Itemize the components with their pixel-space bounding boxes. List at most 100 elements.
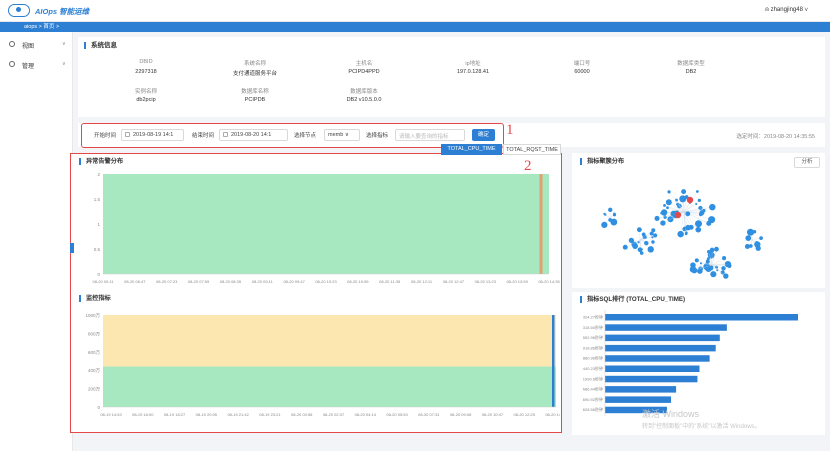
- bar-label: 324.27秒钟: [583, 314, 603, 320]
- metric-spike: [552, 315, 555, 407]
- sql-bar: [605, 396, 672, 403]
- x-tick-label: 08-20 14:35: [538, 279, 560, 284]
- selected-time: 选定时间：2019-08-20 14:35:55: [736, 134, 815, 140]
- cluster-node: [744, 244, 750, 250]
- info-field: 实例名称 db2pcip: [96, 87, 196, 103]
- info-field: 数据库类型 DB2: [641, 59, 741, 75]
- info-value: 197.0.128.41: [456, 69, 490, 75]
- anomaly-spike: [539, 174, 543, 274]
- cluster-node: [660, 209, 668, 216]
- cluster-node: [707, 222, 711, 226]
- sidebar-item-label: 视图: [22, 44, 35, 50]
- cluster-node: [608, 207, 613, 212]
- info-key: DBID: [139, 59, 153, 65]
- sidebar-item-label: 管理: [22, 64, 35, 70]
- cluster-node: [681, 189, 687, 195]
- analyze-button[interactable]: 分析: [794, 157, 820, 168]
- sql-bar: [605, 386, 677, 393]
- x-tick-label: 08-20 10:59: [347, 279, 369, 284]
- windows-watermark-hint: 转到"控制面板"中的"系统"以激活 Windows。: [642, 424, 761, 430]
- cluster-node: [612, 213, 617, 217]
- cluster-node: [721, 266, 726, 271]
- cluster-node: [651, 240, 655, 244]
- info-field: ip地址 197.0.128.41: [423, 59, 523, 75]
- cluster-node: [663, 215, 667, 219]
- warning-band: [103, 315, 556, 367]
- breadcrumb[interactable]: aiops > 首页 >: [0, 22, 830, 32]
- x-tick-label: 08-20 08:35: [220, 279, 242, 284]
- cluster-node: [654, 215, 660, 221]
- cluster-node: [685, 224, 691, 231]
- cluster-node: [691, 267, 698, 274]
- cluster-node: [694, 258, 699, 263]
- y-tick-label: 600万: [88, 350, 101, 356]
- cluster-chart-title: 指标聚簇分布: [580, 158, 624, 165]
- chevron-down-icon: ∨: [62, 41, 66, 47]
- chevron-down-icon: ∨: [804, 7, 808, 13]
- cluster-node: [695, 202, 698, 206]
- info-value: db2pcip: [136, 97, 156, 103]
- info-field: 系统名称 支付通道服务平台: [205, 59, 305, 77]
- sidebar-item-view[interactable]: 视图 ∨: [0, 38, 73, 52]
- anomaly-chart: 0 0.5 1 1.5 2 08-20 00:11 08-20 06:47 08-20 07:…: [92, 172, 560, 284]
- info-value: PCIPD4PPD: [348, 69, 380, 75]
- cluster-node: [695, 220, 702, 228]
- cluster-node: [710, 271, 717, 278]
- highlight-node: [674, 211, 682, 219]
- x-tick-label: 08-20 12:47: [443, 279, 465, 284]
- x-tick-label: 08-20 00:58: [291, 412, 313, 417]
- x-tick-label: 08-19 18:27: [164, 412, 186, 417]
- brand-name: AIOps 智能运维: [35, 7, 90, 16]
- sidebar: 视图 ∨ 管理 ∨: [0, 32, 73, 451]
- cluster-node: [663, 203, 667, 207]
- x-tick-label: 08-20 06:47: [124, 279, 146, 284]
- user-menu[interactable]: ⍝ zhangjing48 ∨: [765, 7, 808, 14]
- x-tick-label: 08-19 16:00: [132, 412, 154, 417]
- x-tick-label: 08-20 13:23: [475, 279, 497, 284]
- bar-label: 918.86秒钟: [583, 344, 603, 350]
- x-tick-label: 08-19 23:21: [259, 412, 281, 417]
- sql-bar: [605, 334, 720, 342]
- cluster-node: [685, 211, 691, 217]
- top-bar: AIOps 智能运维 ⍝ zhangjing48 ∨: [0, 0, 830, 22]
- annotation-number-2: 2: [524, 158, 532, 174]
- info-value: PCIPDB: [244, 97, 266, 103]
- cluster-node: [603, 212, 606, 216]
- bar-label: 690.92秒钟: [583, 396, 603, 402]
- cluster-node: [628, 237, 635, 243]
- section-title: 系统信息: [84, 42, 117, 49]
- collapse-handle[interactable]: [70, 243, 74, 253]
- y-tick-label: 400万: [88, 368, 101, 374]
- location-icon: [9, 61, 15, 67]
- x-tick-label: 08-19 21:42: [227, 412, 249, 417]
- cluster-node: [706, 257, 710, 261]
- y-tick-label: 800万: [88, 331, 101, 337]
- x-tick-label: 08-20 09:08: [450, 412, 472, 417]
- cluster-node: [622, 244, 628, 250]
- cluster-graph: [601, 189, 763, 279]
- cluster-node: [759, 236, 763, 240]
- windows-watermark: 激活 Windows: [642, 409, 700, 419]
- x-tick-label: 08-20 09:47: [283, 279, 305, 284]
- cluster-node: [647, 246, 654, 253]
- sidebar-item-manage[interactable]: 管理 ∨: [0, 58, 73, 72]
- x-tick-label: 08-20 11:35: [379, 279, 401, 284]
- x-tick-label: 08-20 07:59: [188, 279, 210, 284]
- cluster-node: [697, 198, 701, 202]
- sql-bar: [605, 324, 727, 331]
- normal-band: [103, 174, 549, 274]
- y-tick-label: 0.5: [94, 247, 101, 252]
- x-tick-label: 08-20 12:11: [411, 279, 433, 284]
- cluster-panel: 指标聚簇分布 分析: [572, 153, 825, 288]
- tab-total-rqst-time[interactable]: TOTAL_RQST_TIME: [503, 144, 561, 155]
- cluster-node: [754, 241, 761, 248]
- y-tick-label: 0: [97, 272, 100, 277]
- tab-total-cpu-time[interactable]: TOTAL_CPU_TIME: [441, 144, 502, 155]
- logo-icon: [8, 4, 30, 17]
- cluster-node: [666, 206, 669, 210]
- sql-bar: [605, 355, 710, 362]
- bar-label: 686.44秒钟: [583, 386, 603, 392]
- cluster-node: [601, 221, 608, 229]
- anomaly-chart-title: 异常告警分布: [79, 158, 123, 165]
- bar-label: 880.96秒钟: [583, 355, 603, 361]
